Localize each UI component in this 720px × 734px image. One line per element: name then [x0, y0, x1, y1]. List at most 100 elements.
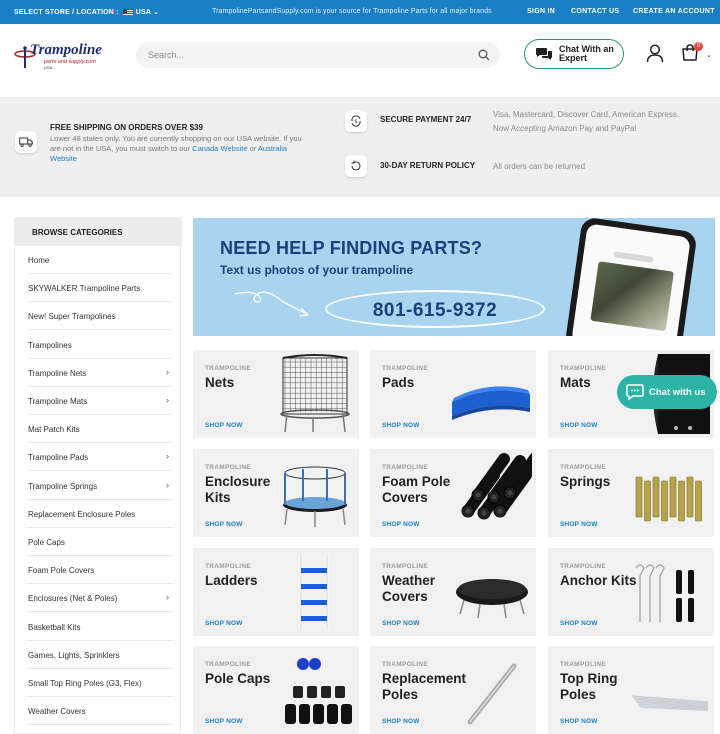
sidebar-item[interactable]: New! Super Trampolines [27, 302, 173, 331]
product-card[interactable]: TRAMPOLINE Weather Covers SHOP NOW [370, 548, 536, 636]
site-logo[interactable]: Trampoline parts and supply.com USA [14, 40, 114, 76]
header: Trampoline parts and supply.com USA Sear… [0, 24, 720, 96]
phone-number-oval[interactable]: 801-615-9372 [325, 290, 545, 328]
sign-in-link[interactable]: SIGN IN [527, 8, 555, 15]
sidebar-item[interactable]: Pole Caps [27, 528, 173, 556]
sidebar-item[interactable]: Games, Lights, Sprinklers [27, 641, 173, 669]
shop-now-link[interactable]: SHOP NOW [560, 620, 598, 627]
cart-count-badge: 0 [694, 42, 703, 51]
chevron-right-icon[interactable]: › [166, 480, 169, 490]
return-title: 30-DAY RETURN POLICY [380, 161, 476, 170]
sidebar-item[interactable]: Trampoline Nets › [27, 359, 173, 387]
sidebar-item[interactable]: Trampolines [27, 331, 173, 359]
chevron-right-icon[interactable]: › [166, 592, 169, 602]
product-card[interactable]: TRAMPOLINE Springs SHOP NOW [548, 449, 714, 537]
sidebar-item-label: Trampoline Springs [28, 481, 98, 491]
return-policy-icon [345, 155, 367, 177]
banner-headline: NEED HELP FINDING PARTS? [220, 238, 483, 258]
sidebar-item-label: Pole Caps [28, 538, 65, 547]
chat-expert-button[interactable]: Chat With an Expert [524, 39, 624, 69]
category-sidebar: BROWSE CATEGORIES Home SKYWALKER Trampoli… [14, 217, 182, 734]
chat-with-us-button[interactable]: Chat with us [617, 375, 717, 409]
sidebar-item-label: Basketball Kits [28, 622, 81, 632]
chat-bubbles-icon [536, 48, 552, 60]
sidebar-item-label: Trampoline Nets [28, 368, 87, 378]
shop-now-link[interactable]: SHOP NOW [205, 422, 243, 429]
create-account-link[interactable]: CREATE AN ACCOUNT [633, 8, 715, 15]
contact-us-link[interactable]: CONTACT US [571, 8, 619, 15]
help-banner[interactable]: NEED HELP FINDING PARTS? Text us photos … [193, 218, 715, 336]
smartphone-image [564, 218, 698, 336]
product-category: TRAMPOLINE [205, 464, 251, 471]
sidebar-item-label: Weather Covers [28, 707, 86, 717]
trampoline-photo [590, 261, 674, 332]
chat-icon [626, 384, 644, 400]
chevron-down-icon: ⌄ [153, 9, 160, 16]
product-card[interactable]: TRAMPOLINE Pole Caps SHOP NOW [193, 646, 359, 734]
product-category: TRAMPOLINE [205, 365, 251, 372]
shop-now-link[interactable]: SHOP NOW [382, 521, 420, 528]
sidebar-item[interactable]: Home [27, 246, 173, 274]
banner-subhead: Text us photos of your trampoline [220, 263, 414, 277]
user-account-icon[interactable] [646, 44, 664, 63]
shop-now-link[interactable]: SHOP NOW [205, 620, 243, 627]
sidebar-item-label: Home [28, 256, 50, 265]
product-name: Foam Pole Covers [382, 474, 451, 505]
search-icon[interactable] [478, 49, 490, 61]
chevron-right-icon[interactable]: › [166, 367, 169, 377]
product-card[interactable]: TRAMPOLINE Top Ring Poles SHOP NOW [548, 646, 714, 734]
product-category: TRAMPOLINE [560, 563, 606, 570]
shop-now-link[interactable]: SHOP NOW [382, 422, 420, 429]
top-bar: SELECT STORE / LOCATION : USA ⌄ Trampoline… [0, 0, 720, 24]
sidebar-item[interactable]: Trampoline Mats › [27, 387, 173, 415]
shop-now-link[interactable]: SHOP NOW [560, 718, 598, 725]
sidebar-item[interactable]: Foam Pole Covers [27, 556, 173, 585]
product-name: Weather Covers [382, 573, 436, 604]
product-category: TRAMPOLINE [382, 464, 428, 471]
chat-button-label: Chat With an Expert [559, 44, 614, 63]
sidebar-item[interactable]: SKYWALKER Trampoline Parts [27, 274, 173, 303]
shop-now-link[interactable]: SHOP NOW [205, 521, 243, 528]
shop-now-link[interactable]: SHOP NOW [205, 718, 243, 725]
product-category: TRAMPOLINE [560, 464, 606, 471]
phone-number[interactable]: 801-615-9372 [327, 300, 543, 322]
sidebar-item[interactable]: Mat Patch Kits [27, 415, 173, 444]
chevron-right-icon[interactable]: › [166, 395, 169, 405]
product-name: Top Ring Poles [560, 671, 618, 702]
sidebar-item-label: Replacement Enclosure Poles [28, 509, 136, 519]
product-name: Springs [560, 474, 611, 489]
product-category: TRAMPOLINE [205, 563, 251, 570]
sidebar-item[interactable]: Small Top Ring Poles (G3, Flex) [27, 669, 173, 697]
polecap-image [273, 650, 355, 730]
sidebar-item[interactable]: Basketball Kits [27, 613, 173, 641]
shipping-title: FREE SHIPPING ON ORDERS OVER $39 [50, 123, 203, 132]
store-selector[interactable]: SELECT STORE / LOCATION : USA ⌄ [14, 8, 159, 16]
sidebar-item[interactable]: Replacement Enclosure Poles [27, 500, 173, 528]
product-card[interactable]: TRAMPOLINE Pads SHOP NOW [370, 350, 536, 438]
product-name: Enclosure Kits [205, 474, 271, 505]
cart-chevron-icon[interactable]: ⌄ [706, 51, 712, 59]
shop-now-link[interactable]: SHOP NOW [560, 521, 598, 528]
net-image [273, 354, 355, 434]
product-name: Pads [382, 375, 415, 390]
chevron-right-icon[interactable]: › [166, 451, 169, 461]
search-bar[interactable]: Search... [136, 42, 500, 68]
shop-now-link[interactable]: SHOP NOW [382, 718, 420, 725]
product-card[interactable]: TRAMPOLINE Enclosure Kits SHOP NOW [193, 449, 359, 537]
shop-now-link[interactable]: SHOP NOW [382, 620, 420, 627]
sidebar-item[interactable]: Trampoline Pads › [27, 443, 173, 472]
product-card[interactable]: TRAMPOLINE Replacement Poles SHOP NOW [370, 646, 536, 734]
sidebar-item[interactable]: Weather Covers [27, 697, 173, 726]
product-card[interactable]: TRAMPOLINE Nets SHOP NOW [193, 350, 359, 438]
shop-now-link[interactable]: SHOP NOW [560, 422, 598, 429]
product-card[interactable]: TRAMPOLINE Ladders SHOP NOW [193, 548, 359, 636]
sidebar-item[interactable]: Enclosures (Net & Poles) › [27, 584, 173, 613]
product-category: TRAMPOLINE [382, 365, 428, 372]
product-card[interactable]: TRAMPOLINE Anchor Kits SHOP NOW [548, 548, 714, 636]
canada-website-link[interactable]: Canada Website [192, 144, 247, 153]
product-card[interactable]: TRAMPOLINE Foam Pole Covers SHOP NOW [370, 449, 536, 537]
phone-message-bubble [613, 251, 654, 263]
store-label: SELECT STORE / LOCATION : [14, 9, 119, 16]
search-input[interactable]: Search... [148, 50, 184, 60]
sidebar-item[interactable]: Trampoline Springs › [27, 472, 173, 500]
